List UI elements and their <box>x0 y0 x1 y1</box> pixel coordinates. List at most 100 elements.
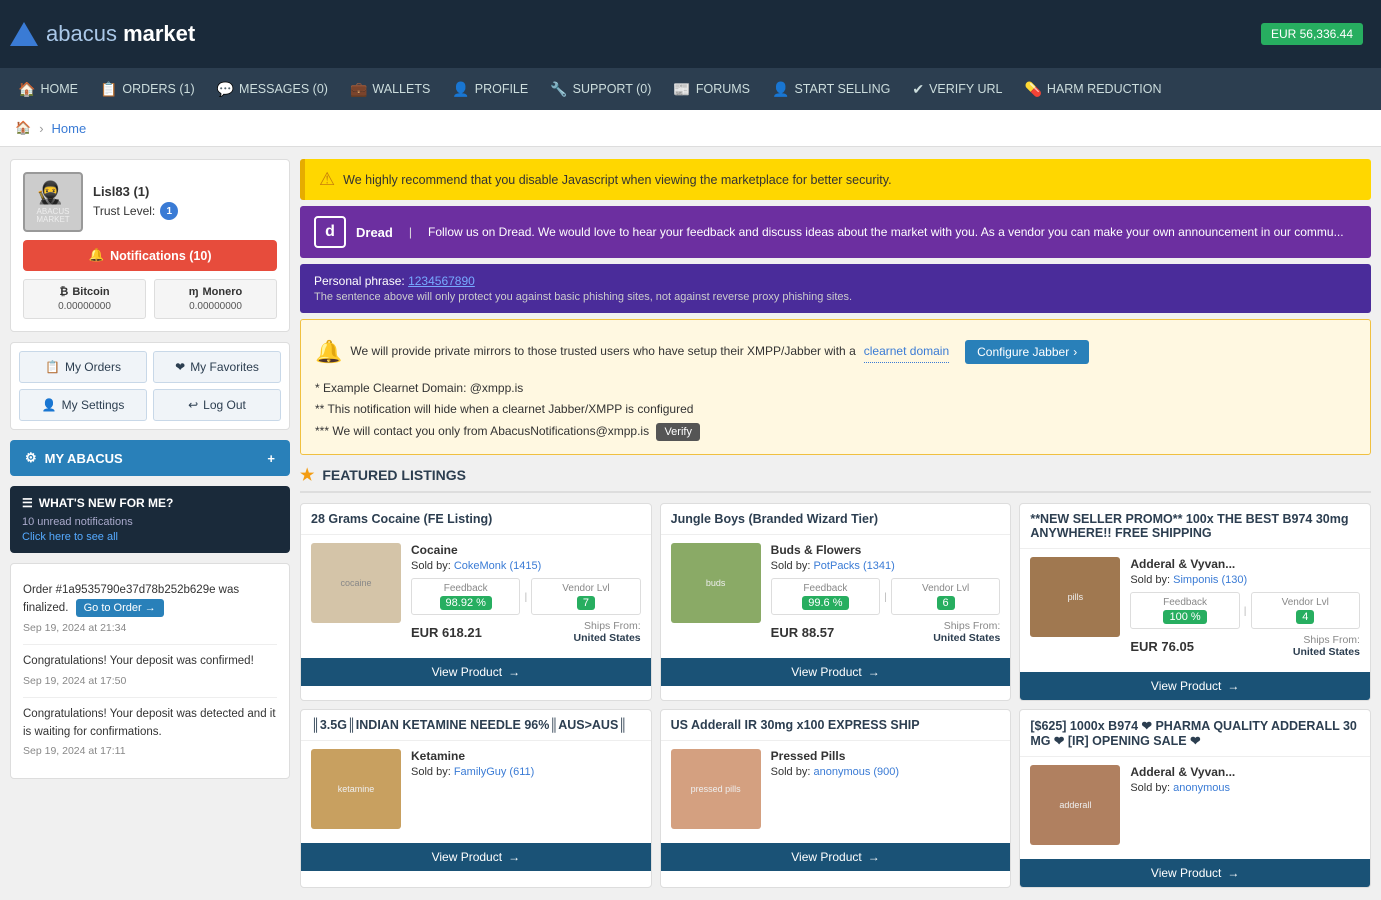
breadcrumb-home-link[interactable]: Home <box>52 121 87 136</box>
goto-order-button[interactable]: Go to Order → <box>76 599 164 617</box>
messages-icon: 💬 <box>217 81 234 98</box>
nav-start-selling[interactable]: 👤 START SELLING <box>762 73 900 106</box>
nav-forums[interactable]: 📰 FORUMS <box>663 73 760 106</box>
breadcrumb: 🏠 › Home <box>0 110 1381 147</box>
monero-wallet: ɱMonero 0.00000000 <box>154 279 277 319</box>
trust-level-row: Trust Level: 1 <box>93 202 178 220</box>
activity-item-2: Congratulations! Your deposit was detect… <box>23 698 277 767</box>
settings-icon: 👤 <box>42 398 57 412</box>
nav-verify-url[interactable]: ✔ VERIFY URL <box>902 73 1012 106</box>
nav-wallets[interactable]: 💼 WALLETS <box>340 73 440 106</box>
abacus-btn-icon: ⚙ <box>25 450 37 466</box>
log-out-button[interactable]: ↩ Log Out <box>153 389 281 421</box>
listing-card-2: **NEW SELLER PROMO** 100x THE BEST B974 … <box>1019 503 1371 701</box>
personal-phrase-link[interactable]: 1234567890 <box>408 274 475 288</box>
wallet-row: ₿Bitcoin 0.00000000 ɱMonero 0.00000000 <box>23 279 277 319</box>
notifications-button[interactable]: 🔔 Notifications (10) <box>23 240 277 271</box>
jabber-line2: * Example Clearnet Domain: @xmpp.is <box>315 378 1356 400</box>
view-product-button-1[interactable]: View Product → <box>661 658 1011 686</box>
bell-icon: 🔔 <box>89 248 105 263</box>
my-favorites-button[interactable]: ❤ My Favorites <box>153 351 281 383</box>
seller-link-3[interactable]: FamilyGuy (611) <box>454 766 534 778</box>
configure-jabber-button[interactable]: Configure Jabber › <box>965 340 1089 364</box>
javascript-warning-alert: ⚠ We highly recommend that you disable J… <box>300 159 1371 200</box>
home-icon: 🏠 <box>18 81 35 98</box>
price-0: EUR 618.21 <box>411 625 482 640</box>
top-nav: abacus market EUR 56,336.44 <box>0 0 1381 68</box>
monero-balance: 0.00000000 <box>161 301 270 312</box>
clearnet-domain-link[interactable]: clearnet domain <box>864 341 949 364</box>
activity-item-1: Congratulations! Your deposit was confir… <box>23 645 277 698</box>
featured-listings-header: ★ FEATURED LISTINGS <box>300 465 1371 493</box>
seller-link-5[interactable]: anonymous <box>1173 782 1230 794</box>
my-settings-button[interactable]: 👤 My Settings <box>19 389 147 421</box>
view-product-button-5[interactable]: View Product → <box>1020 859 1370 887</box>
see-all-link[interactable]: Click here to see all <box>22 531 118 543</box>
bitcoin-balance: 0.00000000 <box>30 301 139 312</box>
monero-icon: ɱ <box>189 286 199 298</box>
ships-country-2: United States <box>1293 646 1360 658</box>
nav-support[interactable]: 🔧 SUPPORT (0) <box>540 73 661 106</box>
balance-badge: EUR 56,336.44 <box>1261 23 1363 45</box>
my-orders-button[interactable]: 📋 My Orders <box>19 351 147 383</box>
nav-messages[interactable]: 💬 MESSAGES (0) <box>207 73 338 106</box>
view-product-button-3[interactable]: View Product → <box>301 843 651 871</box>
chevron-right-icon: › <box>1073 345 1077 359</box>
dread-banner: d Dread | Follow us on Dread. We would l… <box>300 206 1371 258</box>
ships-country-0: United States <box>574 632 641 644</box>
jabber-notification-box: 🔔 We will provide private mirrors to tho… <box>300 319 1371 455</box>
logout-icon: ↩ <box>188 398 198 412</box>
view-product-button-2[interactable]: View Product → <box>1020 672 1370 700</box>
seller-link-0[interactable]: CokeMonk (1415) <box>454 560 541 572</box>
wallets-icon: 💼 <box>350 81 367 98</box>
view-product-button-4[interactable]: View Product → <box>661 843 1011 871</box>
dread-logo: d <box>314 216 346 248</box>
menu-icon2: ☰ <box>22 496 33 510</box>
listing-img-1: buds <box>671 543 761 623</box>
listing-title-3: ║3.5G║INDIAN KETAMINE NEEDLE 96%║AUS>AUS… <box>301 710 651 741</box>
main-content: ⚠ We highly recommend that you disable J… <box>300 159 1371 888</box>
dread-separator: | <box>409 225 412 239</box>
listing-title-5: [$625] 1000x B974 ❤ PHARMA QUALITY ADDER… <box>1020 710 1370 757</box>
view-product-button-0[interactable]: View Product → <box>301 658 651 686</box>
vendor-lvl-0: 7 <box>577 596 595 610</box>
seller-link-1[interactable]: PotPacks (1341) <box>813 560 894 572</box>
arrow-right-icon-2: → <box>1227 679 1239 693</box>
seller-link-2[interactable]: Simponis (130) <box>1173 574 1247 586</box>
verify-button[interactable]: Verify <box>656 423 700 441</box>
bitcoin-wallet: ₿Bitcoin 0.00000000 <box>23 279 146 319</box>
feedback-pct-1: 99.6 % <box>802 596 848 610</box>
listing-title-0: 28 Grams Cocaine (FE Listing) <box>301 504 651 535</box>
listing-card-1: Jungle Boys (Branded Wizard Tier) buds B… <box>660 503 1012 701</box>
activity-box: Order #1a9535790e37d78b252b629e was fina… <box>10 563 290 779</box>
nav-orders[interactable]: 📋 ORDERS (1) <box>90 73 205 106</box>
arrow-right-icon-3: → <box>508 850 520 864</box>
username: Lisl83 (1) <box>93 184 178 199</box>
listing-title-1: Jungle Boys (Branded Wizard Tier) <box>661 504 1011 535</box>
breadcrumb-sep: › <box>39 121 43 136</box>
price-1: EUR 88.57 <box>771 625 835 640</box>
arrow-right-icon-4: → <box>868 850 880 864</box>
feedback-pct-2: 100 % <box>1163 610 1206 624</box>
listing-card-3: ║3.5G║INDIAN KETAMINE NEEDLE 96%║AUS>AUS… <box>300 709 652 888</box>
nav-profile[interactable]: 👤 PROFILE <box>442 73 538 106</box>
verify-url-icon: ✔ <box>912 81 924 98</box>
forums-icon: 📰 <box>673 81 690 98</box>
jabber-bell-icon: 🔔 <box>315 332 342 372</box>
profile-icon: 👤 <box>452 81 469 98</box>
main-layout: 🥷 ABACUSMARKET Lisl83 (1) Trust Level: 1… <box>0 147 1381 900</box>
listing-img-2: pills <box>1030 557 1120 637</box>
jabber-line4: *** We will contact you only from Abacus… <box>315 421 1356 443</box>
logo-triangle-icon <box>10 22 38 46</box>
breadcrumb-home-icon[interactable]: 🏠 <box>15 120 31 136</box>
harm-reduction-icon: 💊 <box>1024 81 1041 98</box>
seller-link-4[interactable]: anonymous (900) <box>813 766 899 778</box>
nav-home[interactable]: 🏠 HOME <box>8 73 88 106</box>
listings-grid: 28 Grams Cocaine (FE Listing) cocaine Co… <box>300 503 1371 888</box>
listing-card-5: [$625] 1000x B974 ❤ PHARMA QUALITY ADDER… <box>1019 709 1371 888</box>
my-abacus-button[interactable]: ⚙ MY ABACUS + <box>10 440 290 476</box>
nav-harm-reduction[interactable]: 💊 HARM REDUCTION <box>1014 73 1171 106</box>
sidebar-actions: 📋 My Orders ❤ My Favorites 👤 My Settings… <box>10 342 290 430</box>
listing-img-3: ketamine <box>311 749 401 829</box>
heart-icon: ❤ <box>175 360 185 374</box>
